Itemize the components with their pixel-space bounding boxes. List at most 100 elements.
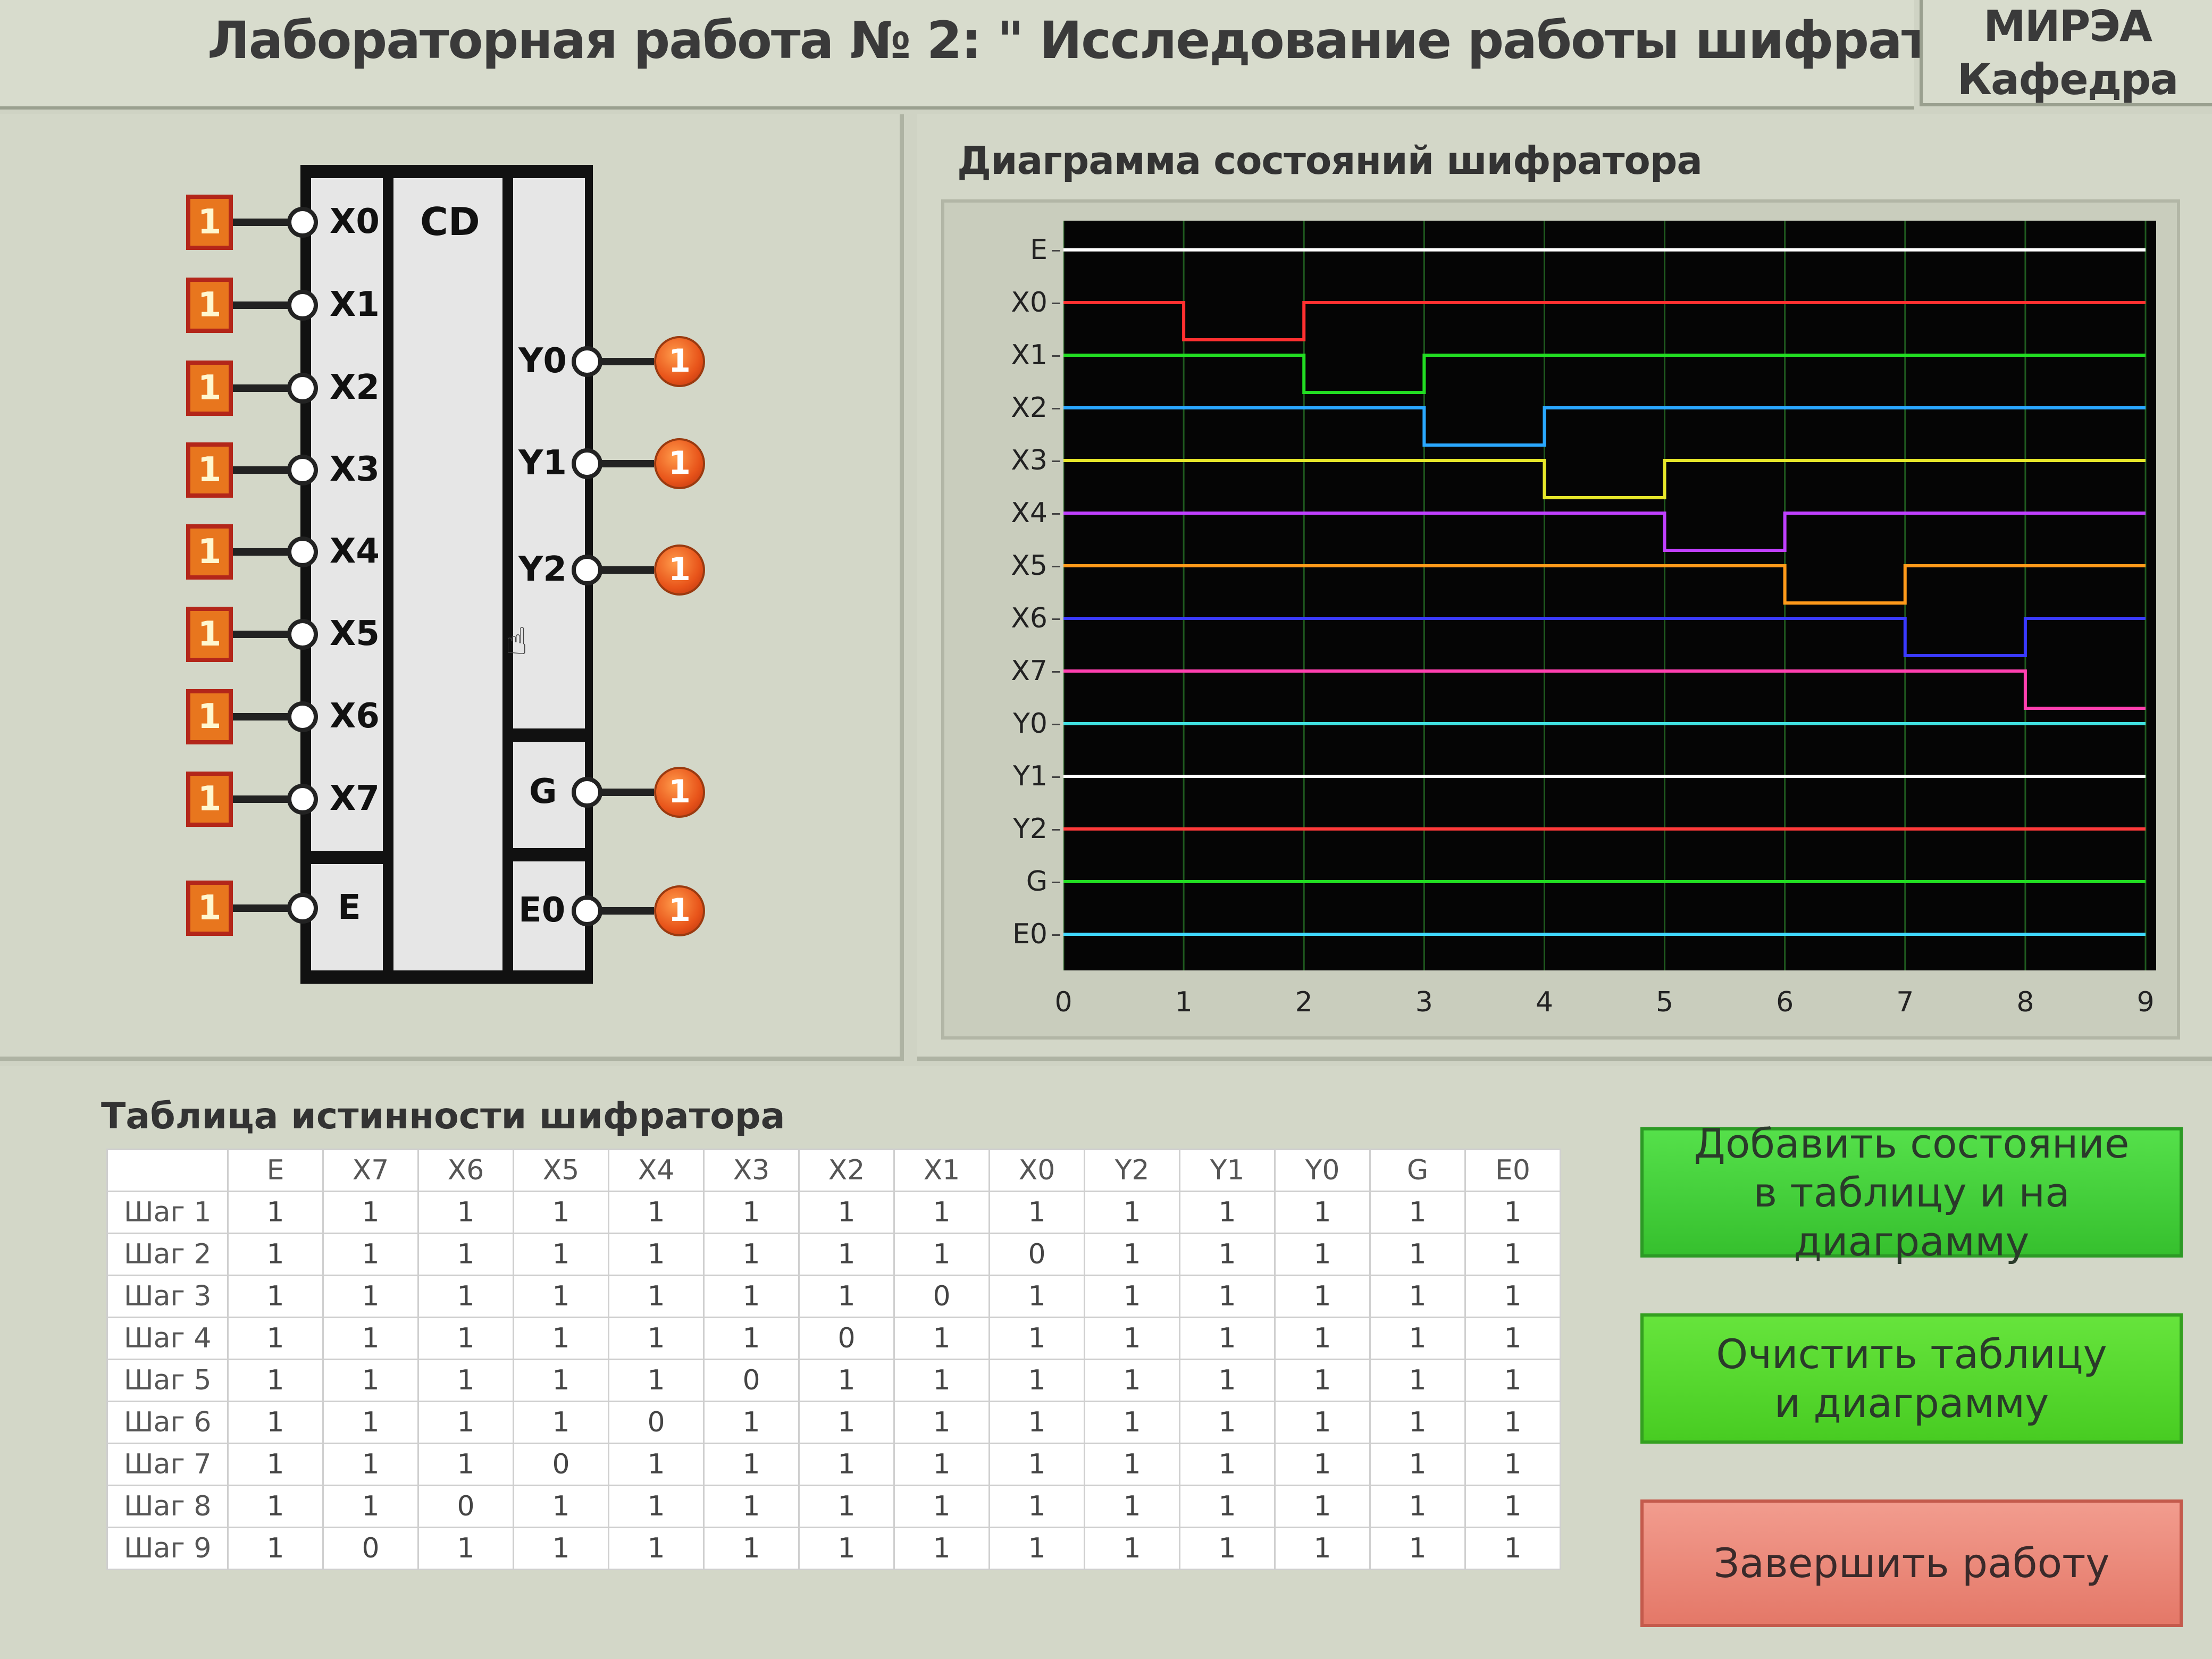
input-pin-circle — [287, 701, 318, 732]
table-row: Шаг 611110111111111 — [106, 1401, 1561, 1444]
input-toggle-x0[interactable]: 1 — [186, 195, 233, 250]
y-tick-label: G — [1026, 866, 1048, 898]
org-name: МИРЭА — [1983, 2, 2152, 51]
output-pin-label: E0 — [518, 891, 566, 930]
row-header: Шаг 5 — [106, 1359, 229, 1402]
truth-table-title: Таблица истинности шифратора — [101, 1095, 785, 1137]
input-toggle-x3[interactable]: 1 — [186, 442, 233, 498]
table-cell: 1 — [608, 1233, 705, 1276]
table-cell: 1 — [703, 1233, 800, 1276]
table-cell: 1 — [1274, 1275, 1371, 1318]
add-state-button[interactable]: Добавить состояние в таблицу и на диагра… — [1640, 1120, 2183, 1265]
table-cell: 1 — [322, 1401, 419, 1444]
table-cell: 0 — [513, 1443, 609, 1486]
table-cell: 1 — [798, 1485, 895, 1528]
input-toggle-x5[interactable]: 1 — [186, 607, 233, 662]
table-cell: 1 — [322, 1317, 419, 1360]
input-toggle-x6[interactable]: 1 — [186, 689, 233, 744]
y-tick-label: X6 — [1011, 602, 1048, 634]
input-toggle-e[interactable]: 1 — [186, 881, 233, 936]
table-cell: 1 — [227, 1191, 324, 1234]
series-line-x6 — [1063, 617, 2146, 657]
table-cell: 1 — [227, 1527, 324, 1570]
output-wire — [601, 566, 654, 574]
table-cell: 1 — [1084, 1443, 1180, 1486]
table-cell: 1 — [1274, 1233, 1371, 1276]
table-cell: 1 — [703, 1317, 800, 1360]
input-pin-label: X0 — [330, 202, 380, 241]
input-pin-circle — [287, 207, 318, 238]
table-cell: 1 — [1084, 1485, 1180, 1528]
output-pin-label: Y1 — [518, 443, 567, 483]
table-cell: 1 — [893, 1401, 990, 1444]
table-cell: 1 — [1179, 1527, 1276, 1570]
y-tick-mark — [1052, 882, 1060, 883]
table-cell: 1 — [988, 1443, 1085, 1486]
input-wire — [233, 548, 291, 556]
table-cell: 1 — [322, 1359, 419, 1402]
table-cell: 1 — [1464, 1443, 1561, 1486]
table-cell: 1 — [1369, 1485, 1466, 1528]
input-toggle-x4[interactable]: 1 — [186, 524, 233, 580]
input-toggle-x7[interactable]: 1 — [186, 772, 233, 827]
output-led-e0: 1 — [654, 885, 705, 936]
x-tick-label: 6 — [1776, 986, 1794, 1018]
input-toggle-x1[interactable]: 1 — [186, 278, 233, 333]
cd-column — [393, 178, 502, 970]
table-cell: 1 — [1179, 1359, 1276, 1402]
column-header: G — [1369, 1149, 1466, 1192]
y-tick-label: Y2 — [1013, 813, 1048, 845]
table-row: Шаг 910111111111111 — [106, 1527, 1561, 1570]
input-toggle-x2[interactable]: 1 — [186, 361, 233, 416]
table-cell: 1 — [608, 1527, 705, 1570]
table-cell: 1 — [893, 1527, 990, 1570]
row-header: Шаг 7 — [106, 1443, 229, 1486]
x-tick-label: 1 — [1175, 986, 1193, 1018]
table-cell: 1 — [798, 1275, 895, 1318]
table-cell: 1 — [1179, 1485, 1276, 1528]
table-cell: 1 — [703, 1443, 800, 1486]
table-cell: 1 — [988, 1191, 1085, 1234]
table-row: Шаг 211111111011111 — [106, 1233, 1561, 1276]
table-row: Шаг 111111111111111 — [106, 1191, 1561, 1234]
finish-work-button[interactable]: Завершить работу — [1640, 1499, 2183, 1627]
table-cell: 1 — [893, 1359, 990, 1402]
column-header: X4 — [608, 1149, 705, 1192]
table-cell: 1 — [988, 1485, 1085, 1528]
table-cell: 1 — [513, 1275, 609, 1318]
table-cell: 1 — [608, 1359, 705, 1402]
y-tick-mark — [1052, 829, 1060, 831]
table-cell: 1 — [322, 1485, 419, 1528]
x-tick-label: 0 — [1054, 986, 1073, 1018]
input-pin-circle — [287, 784, 318, 815]
input-column — [311, 178, 383, 851]
clear-table-button[interactable]: Очистить таблицу и диаграмму — [1640, 1313, 2183, 1444]
table-cell: 1 — [513, 1527, 609, 1570]
table-cell: 1 — [798, 1359, 895, 1402]
y-tick-mark — [1052, 934, 1060, 936]
y-tick-label: Y0 — [1013, 708, 1048, 740]
state-diagram-svg — [1062, 221, 2147, 970]
output-pin-circle — [572, 448, 602, 479]
table-cell: 1 — [893, 1317, 990, 1360]
table-cell: 1 — [1274, 1485, 1371, 1528]
y-tick-mark — [1052, 671, 1060, 673]
input-pin-circle — [287, 373, 318, 404]
column-header: X0 — [988, 1149, 1085, 1192]
column-header: X1 — [893, 1149, 990, 1192]
table-cell: 1 — [703, 1485, 800, 1528]
x-tick-label: 8 — [2016, 986, 2034, 1018]
table-cell: 1 — [1179, 1275, 1276, 1318]
y-tick-mark — [1052, 776, 1060, 778]
table-cell: 1 — [227, 1485, 324, 1528]
y-tick-label: X3 — [1011, 445, 1048, 476]
table-cell: 0 — [798, 1317, 895, 1360]
table-cell: 1 — [513, 1485, 609, 1528]
y-tick-mark — [1052, 724, 1060, 725]
table-cell: 1 — [798, 1527, 895, 1570]
table-cell: 1 — [1084, 1359, 1180, 1402]
y-tick-mark — [1052, 303, 1060, 304]
table-cell: 1 — [417, 1359, 514, 1402]
table-cell: 1 — [893, 1191, 990, 1234]
table-row: Шаг 711101111111111 — [106, 1443, 1561, 1486]
